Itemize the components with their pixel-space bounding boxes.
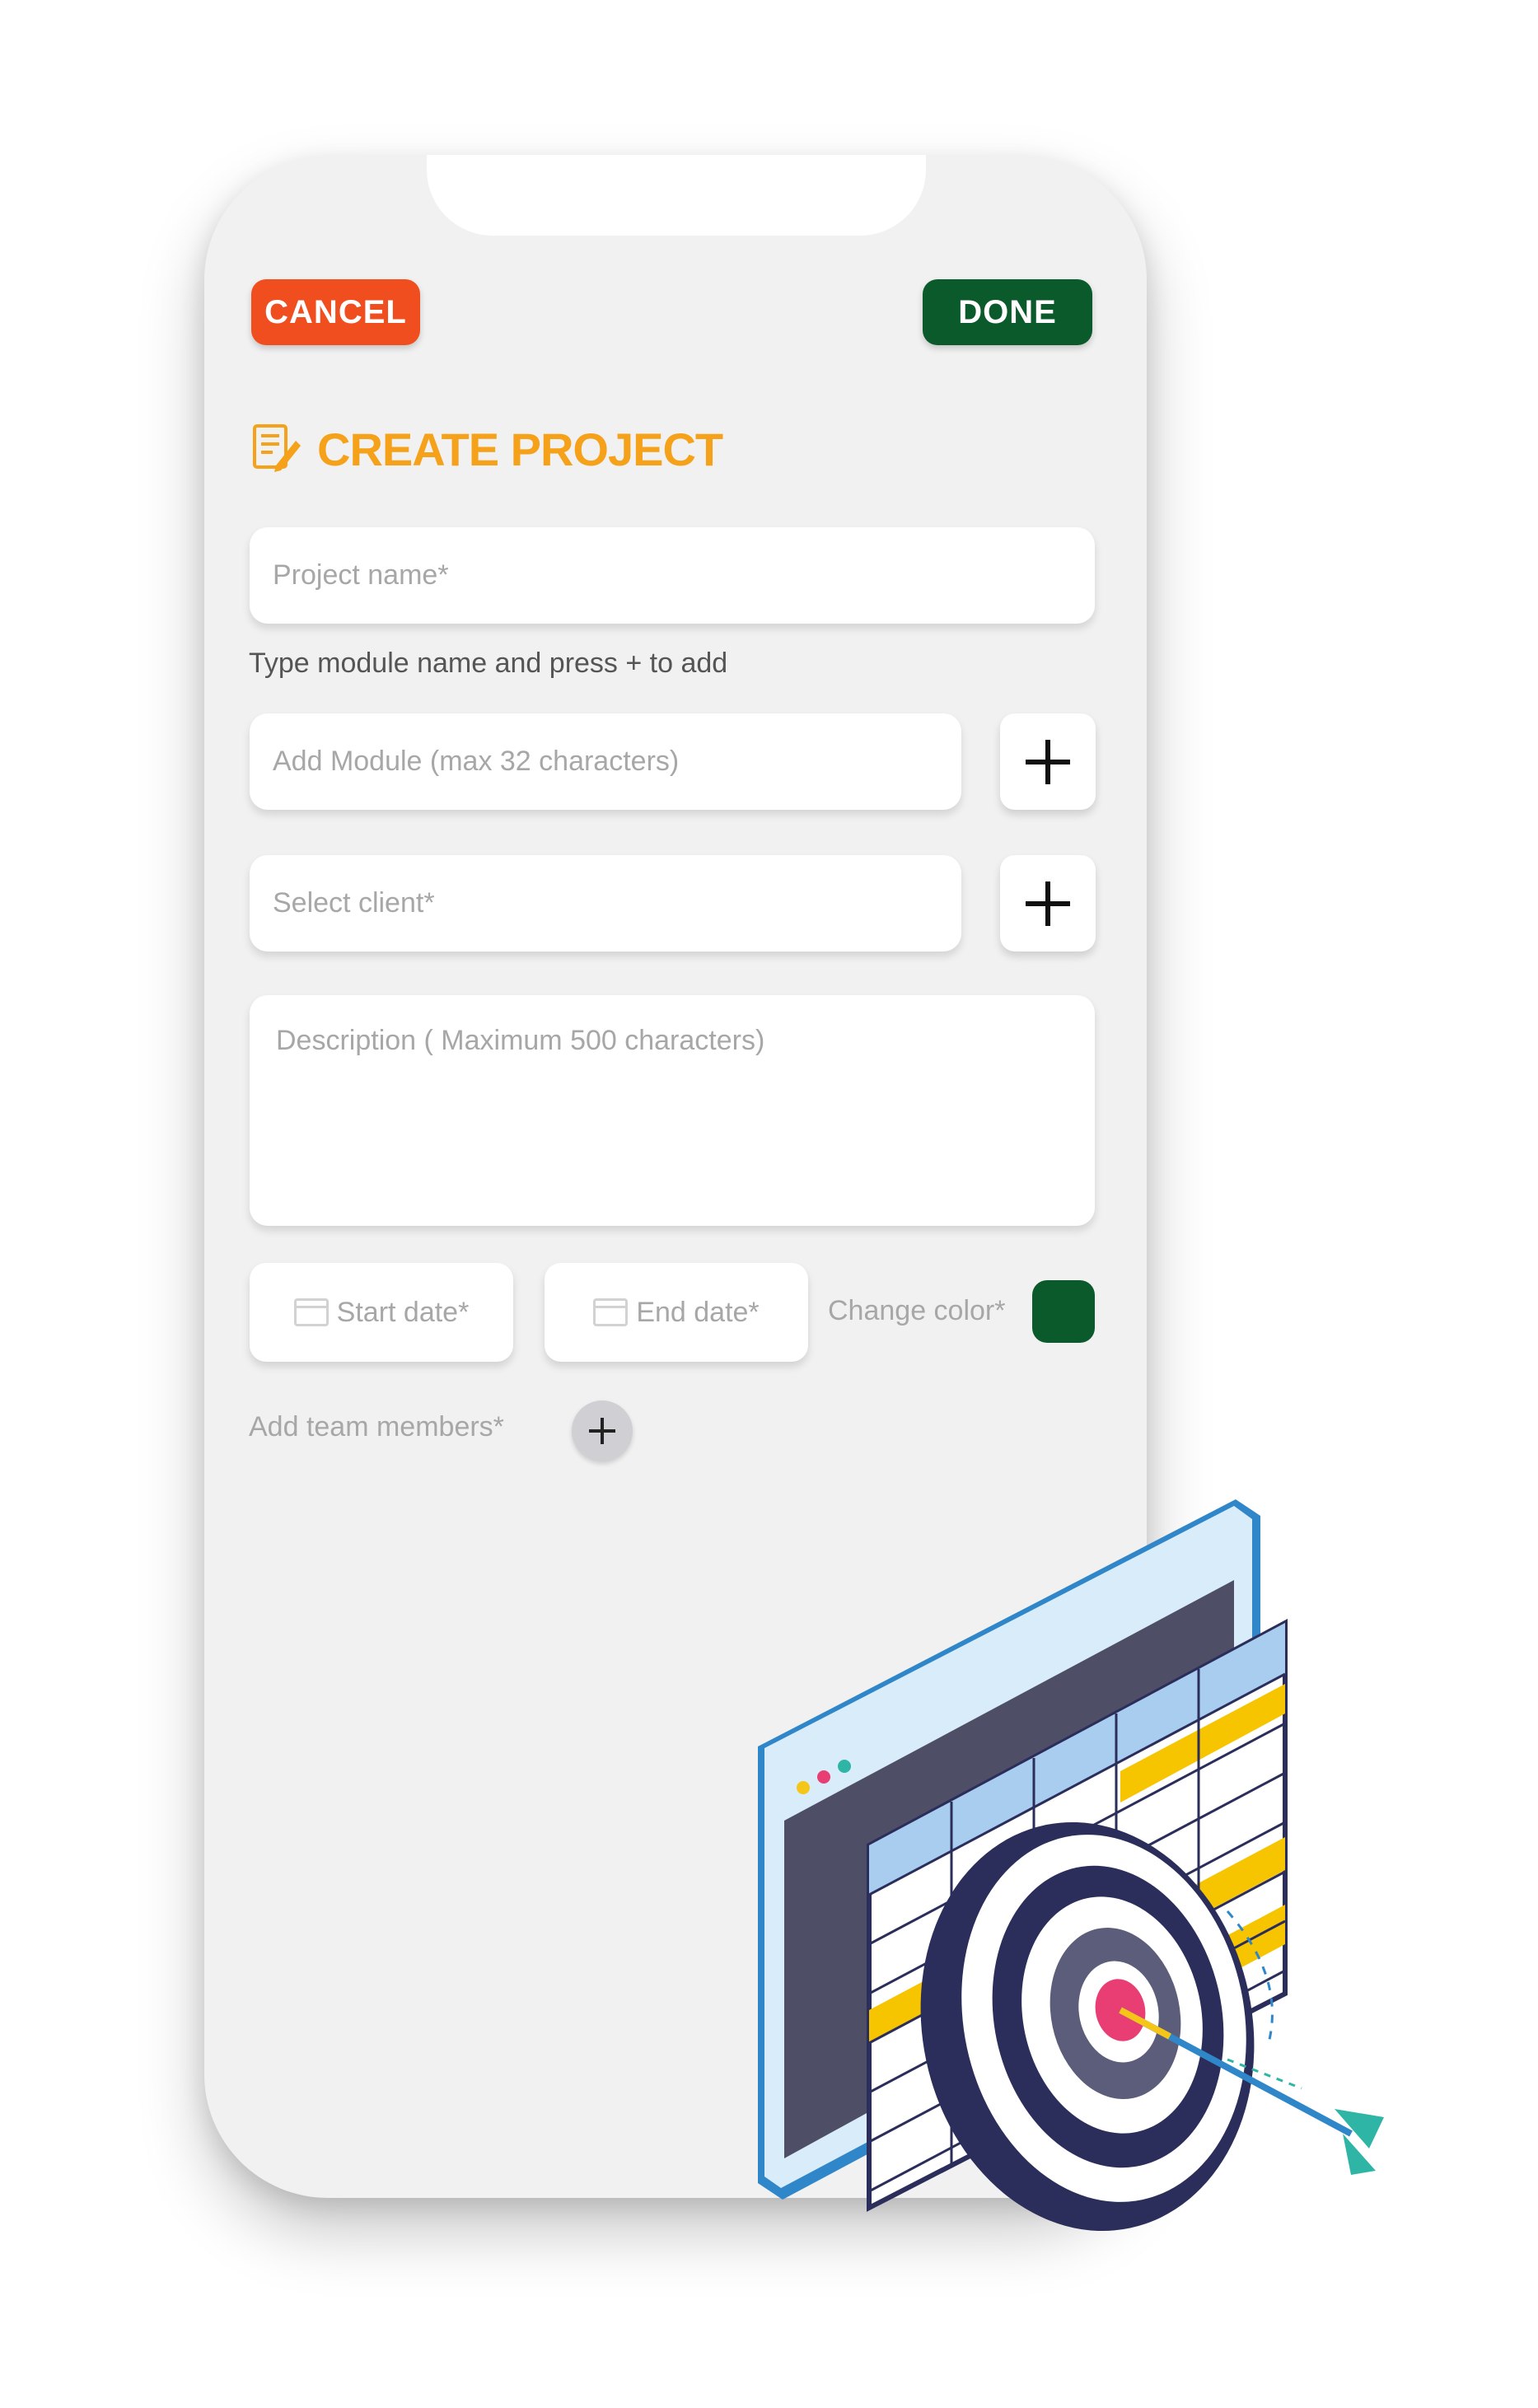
- target-spreadsheet-illustration: [758, 1499, 1384, 2232]
- add-module-input[interactable]: Add Module (max 32 characters): [250, 713, 961, 810]
- plus-icon: [1026, 739, 1070, 784]
- add-team-member-button[interactable]: [572, 1400, 633, 1461]
- add-team-members-label: Add team members*: [249, 1411, 504, 1442]
- calendar-icon: [593, 1298, 629, 1326]
- add-client-button[interactable]: [1000, 855, 1096, 952]
- plus-icon: [1026, 881, 1070, 926]
- done-button[interactable]: DONE: [923, 279, 1092, 345]
- page-title-text: CREATE PROJECT: [317, 423, 723, 475]
- start-date-label: Start date*: [336, 1296, 470, 1328]
- start-date-button[interactable]: Start date*: [250, 1263, 513, 1362]
- phone-notch: [427, 155, 926, 236]
- edit-document-icon: [251, 421, 302, 478]
- select-client-input[interactable]: Select client*: [250, 855, 961, 952]
- color-swatch[interactable]: [1032, 1280, 1095, 1343]
- cancel-button[interactable]: CANCEL: [251, 279, 420, 345]
- change-color-label: Change color*: [828, 1295, 1006, 1326]
- calendar-icon: [293, 1298, 329, 1326]
- page-title: CREATE PROJECT: [251, 420, 723, 478]
- plus-icon: [589, 1418, 615, 1444]
- add-module-button[interactable]: [1000, 713, 1096, 810]
- end-date-button[interactable]: End date*: [545, 1263, 808, 1362]
- project-name-input[interactable]: Project name*: [250, 527, 1095, 624]
- description-textarea[interactable]: Description ( Maximum 500 characters): [250, 995, 1095, 1226]
- end-date-label: End date*: [636, 1296, 760, 1328]
- module-hint-text: Type module name and press + to add: [249, 648, 728, 679]
